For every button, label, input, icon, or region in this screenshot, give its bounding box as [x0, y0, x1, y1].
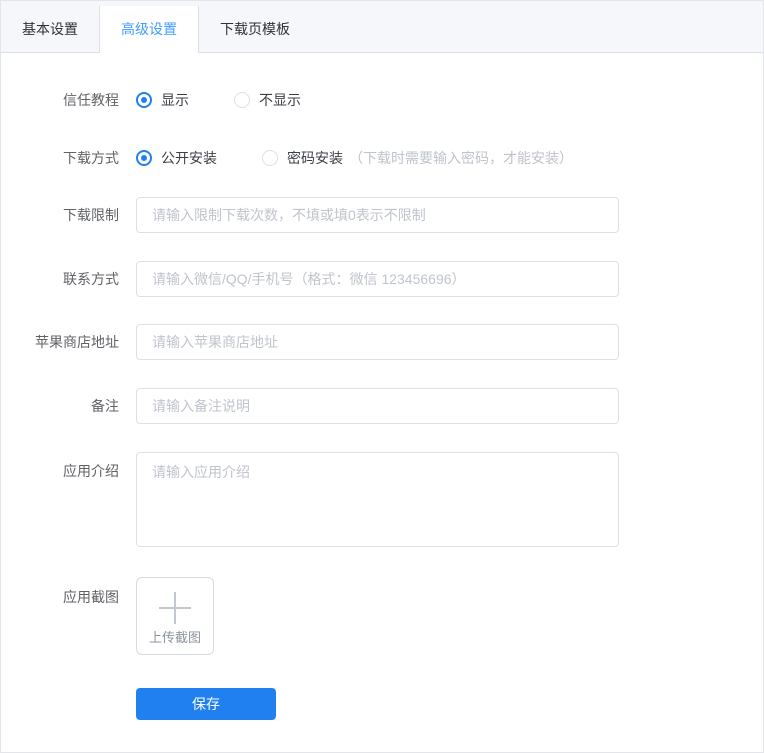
tab-basic-settings[interactable]: 基本设置 [1, 6, 99, 52]
radio-option-public-install[interactable]: 公开安装 [136, 148, 217, 168]
radio-option-password-install[interactable]: 密码安装 （下载时需要输入密码，才能安装） [262, 148, 573, 168]
apple-store-label: 苹果商店地址 [35, 334, 119, 350]
tab-advanced-settings[interactable]: 高级设置 [99, 6, 199, 53]
app-intro-row: 应用介绍 [1, 452, 763, 547]
save-button[interactable]: 保存 [136, 688, 276, 720]
contact-input[interactable] [136, 261, 619, 297]
trust-tutorial-label: 信任教程 [63, 92, 119, 108]
tab-download-page-template[interactable]: 下载页模板 [199, 6, 311, 52]
app-screenshot-label: 应用截图 [63, 589, 119, 605]
radio-checked-icon[interactable] [136, 150, 152, 166]
download-limit-row: 下载限制 [1, 197, 763, 233]
trust-tutorial-row: 信任教程 显示 不显示 [1, 90, 763, 110]
radio-label: 显示 [161, 92, 189, 108]
remark-label: 备注 [91, 398, 119, 414]
app-intro-textarea[interactable] [136, 452, 619, 547]
password-install-hint: （下载时需要输入密码，才能安装） [349, 150, 573, 166]
upload-screenshot-text: 上传截图 [148, 630, 201, 645]
radio-option-show[interactable]: 显示 [136, 90, 189, 110]
remark-row: 备注 [1, 388, 763, 424]
contact-row: 联系方式 [1, 261, 763, 297]
upload-screenshot-button[interactable]: 上传截图 [136, 577, 214, 655]
settings-card: 基本设置 高级设置 下载页模板 信任教程 显示 不显示 下载方式 公开安装 密码… [0, 0, 764, 753]
radio-unchecked-icon[interactable] [262, 150, 278, 166]
radio-unchecked-icon[interactable] [234, 92, 250, 108]
apple-store-input[interactable] [136, 324, 619, 360]
apple-store-row: 苹果商店地址 [1, 324, 763, 360]
radio-label: 密码安装 [287, 150, 343, 166]
download-limit-input[interactable] [136, 197, 619, 233]
tab-bar: 基本设置 高级设置 下载页模板 [1, 1, 763, 53]
download-method-options: 公开安装 密码安装 （下载时需要输入密码，才能安装） [136, 148, 573, 168]
radio-option-hide[interactable]: 不显示 [234, 90, 301, 110]
contact-label: 联系方式 [63, 271, 119, 287]
download-method-label: 下载方式 [63, 150, 119, 166]
app-intro-label: 应用介绍 [63, 463, 119, 479]
app-screenshot-row: 应用截图 上传截图 [1, 577, 763, 655]
save-row: 保存 [136, 688, 763, 720]
radio-label: 公开安装 [161, 150, 217, 166]
trust-tutorial-options: 显示 不显示 [136, 90, 301, 110]
plus-icon [159, 592, 191, 624]
remark-input[interactable] [136, 388, 619, 424]
download-method-row: 下载方式 公开安装 密码安装 （下载时需要输入密码，才能安装） [1, 148, 763, 168]
form-content: 信任教程 显示 不显示 下载方式 公开安装 密码安装 （下载时需要输入密码，才能… [1, 53, 763, 720]
radio-label: 不显示 [259, 92, 301, 108]
download-limit-label: 下载限制 [63, 207, 119, 223]
radio-checked-icon[interactable] [136, 92, 152, 108]
